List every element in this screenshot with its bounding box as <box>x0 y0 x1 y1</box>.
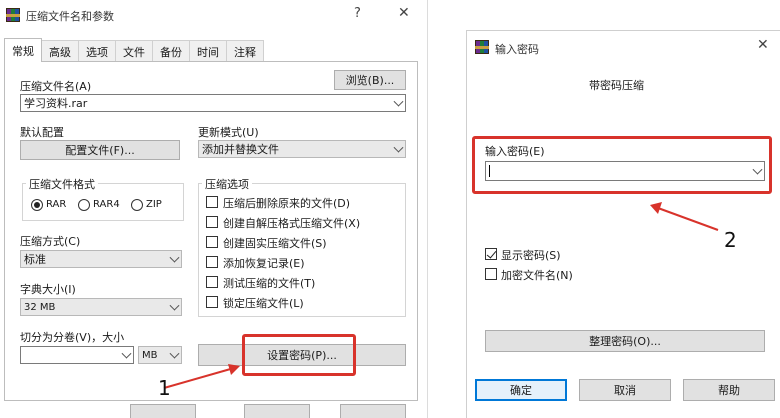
help-button[interactable]: 帮助 <box>683 379 775 401</box>
radio-rar4-label: RAR4 <box>93 199 120 210</box>
chevron-down-icon <box>393 142 404 153</box>
radio-rar4[interactable] <box>78 199 90 211</box>
close-icon[interactable]: ✕ <box>757 37 769 53</box>
tab-comment[interactable]: 注释 <box>226 40 264 62</box>
tab-time[interactable]: 时间 <box>189 40 227 62</box>
option-checkbox[interactable] <box>206 196 218 208</box>
annotation-marker-1: 1 <box>158 376 171 400</box>
split-size-input[interactable] <box>20 346 134 364</box>
radio-zip[interactable] <box>131 199 143 211</box>
encrypt-names-checkbox[interactable] <box>485 268 497 280</box>
winrar-icon <box>475 40 489 54</box>
profiles-button[interactable]: 配置文件(F)... <box>20 140 180 160</box>
highlight-set-password <box>242 334 356 376</box>
compression-options-title: 压缩选项 <box>202 176 252 192</box>
encrypt-names-label: 加密文件名(N) <box>501 269 573 282</box>
dict-size-value: 32 MB <box>24 301 56 313</box>
annotation-marker-2: 2 <box>724 228 737 252</box>
winrar-icon <box>6 8 20 22</box>
archive-name-value: 学习资料.rar <box>24 97 88 110</box>
cancel-button[interactable]: 取消 <box>579 379 671 401</box>
method-label: 压缩方式(C) <box>20 235 81 248</box>
archive-name-input[interactable]: 学习资料.rar <box>20 94 406 112</box>
radio-rar-label: RAR <box>46 199 67 210</box>
chevron-down-icon <box>393 96 404 107</box>
method-value: 标准 <box>24 253 46 266</box>
option-checkbox[interactable] <box>206 236 218 248</box>
option-checkbox[interactable] <box>206 276 218 288</box>
radio-rar[interactable] <box>31 199 43 211</box>
close-icon[interactable]: ✕ <box>398 5 410 21</box>
tab-backup[interactable]: 备份 <box>152 40 190 62</box>
chevron-down-icon <box>169 252 180 263</box>
option-label: 创建自解压格式压缩文件(X) <box>223 217 361 230</box>
highlight-password-input <box>472 136 772 194</box>
option-checkbox[interactable] <box>206 216 218 228</box>
cancel-button-partial[interactable] <box>244 404 310 418</box>
archive-name-label: 压缩文件名(A) <box>20 80 92 93</box>
dict-size-label: 字典大小(I) <box>20 283 76 296</box>
show-password-checkbox[interactable] <box>485 248 497 260</box>
ok-button-partial[interactable] <box>130 404 196 418</box>
browse-button[interactable]: 浏览(B)... <box>334 70 406 90</box>
option-label: 压缩后删除原来的文件(D) <box>223 197 351 210</box>
tab-options[interactable]: 选项 <box>78 40 116 62</box>
organize-passwords-button[interactable]: 整理密码(O)... <box>485 330 765 352</box>
method-select[interactable]: 标准 <box>20 250 182 268</box>
chevron-down-icon <box>169 300 180 311</box>
option-label: 添加恢复记录(E) <box>223 257 305 270</box>
tab-general[interactable]: 常规 <box>4 38 42 62</box>
option-checkbox[interactable] <box>206 256 218 268</box>
default-profile-label: 默认配置 <box>20 126 64 139</box>
tab-files[interactable]: 文件 <box>115 40 153 62</box>
radio-zip-label: ZIP <box>146 199 162 210</box>
password-dialog: 输入密码 ✕ 带密码压缩 输入密码(E) 显示密码(S) 加密文件名(N) 整理… <box>466 30 780 418</box>
tab-advanced[interactable]: 高级 <box>41 40 79 62</box>
option-label: 创建固实压缩文件(S) <box>223 237 327 250</box>
dict-size-select[interactable]: 32 MB <box>20 298 182 316</box>
option-label: 测试压缩的文件(T) <box>223 277 316 290</box>
help-icon[interactable]: ? <box>354 6 361 21</box>
option-label: 锁定压缩文件(L) <box>223 297 304 310</box>
update-mode-value: 添加并替换文件 <box>202 143 279 156</box>
archive-format-title: 压缩文件格式 <box>26 176 98 192</box>
password-dialog-title: 输入密码 <box>495 43 539 56</box>
update-mode-select[interactable]: 添加并替换文件 <box>198 140 406 158</box>
split-label: 切分为分卷(V)，大小 <box>20 331 125 344</box>
password-dialog-subtitle: 带密码压缩 <box>589 79 644 92</box>
update-mode-label: 更新模式(U) <box>198 126 259 139</box>
option-checkbox[interactable] <box>206 296 218 308</box>
dialog-title: 压缩文件名和参数 <box>26 10 114 23</box>
arrow-2-icon <box>650 202 719 231</box>
help-button-partial[interactable] <box>340 404 406 418</box>
tab-bar: 常规 高级 选项 文件 备份 时间 注释 <box>4 38 264 62</box>
ok-button[interactable]: 确定 <box>475 379 567 401</box>
show-password-label: 显示密码(S) <box>501 249 561 262</box>
chevron-down-icon <box>121 348 132 359</box>
